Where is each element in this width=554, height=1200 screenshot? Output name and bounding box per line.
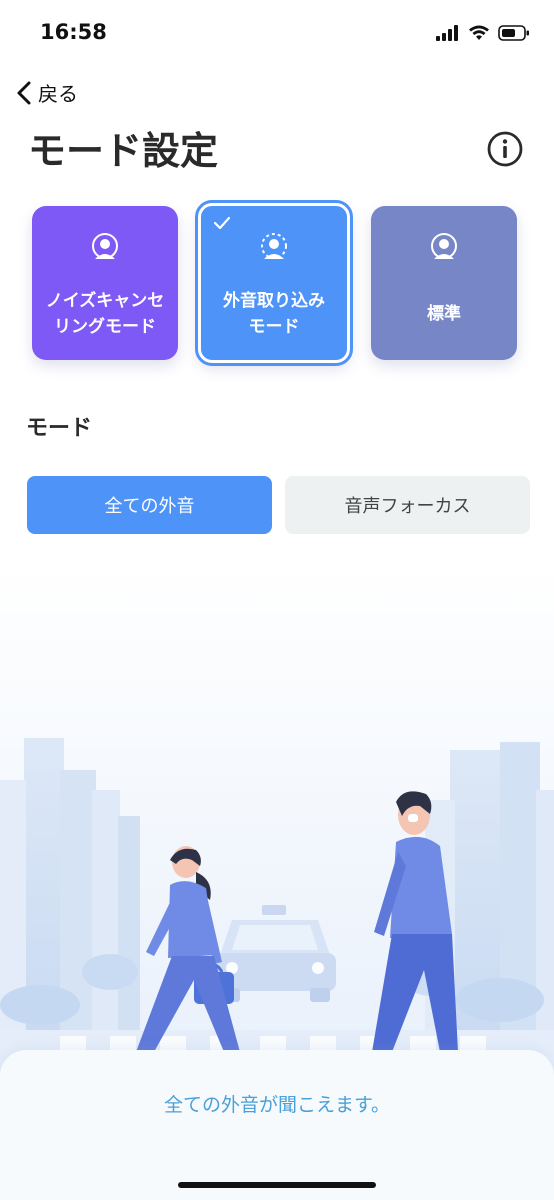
- chevron-left-icon: [17, 81, 31, 104]
- mode-label-line-1: 外音取り込み: [223, 291, 325, 311]
- wifi-icon: [469, 25, 489, 40]
- listener-icon: [92, 233, 118, 259]
- description-panel: 全ての外音が聞こえます。: [0, 1050, 554, 1200]
- segment-voice-focus[interactable]: 音声フォーカス: [285, 476, 530, 534]
- info-icon[interactable]: [486, 130, 524, 168]
- status-time: 16:58: [40, 20, 107, 44]
- status-icons: [436, 22, 530, 44]
- segment-all-ambient[interactable]: 全ての外音: [27, 476, 272, 534]
- cellular-signal-icon: [436, 25, 458, 41]
- status-bar: 16:58: [0, 0, 554, 66]
- standard-listener-icon: [431, 233, 457, 259]
- back-label: 戻る: [38, 82, 78, 106]
- page-title: モード設定: [28, 129, 219, 173]
- mode-card-ambient[interactable]: 外音取り込み モード: [195, 200, 353, 366]
- street-illustration: [0, 560, 554, 1080]
- mode-card-label: 標準: [377, 301, 511, 327]
- mode-card-label: 外音取り込み モード: [207, 288, 341, 340]
- mode-card-noise-cancelling[interactable]: ノイズキャンセ リングモード: [32, 206, 178, 360]
- ambient-listener-icon: [261, 233, 287, 259]
- home-indicator[interactable]: [178, 1182, 376, 1188]
- mode-description: 全ての外音が聞こえます。: [163, 1094, 391, 1116]
- mode-card-label: ノイズキャンセ リングモード: [38, 288, 172, 340]
- mode-label-line-2: リングモード: [54, 317, 156, 337]
- mode-label-line-2: モード: [248, 317, 300, 337]
- back-button[interactable]: 戻る: [14, 78, 78, 107]
- check-icon: [213, 216, 231, 230]
- mode-label-line-1: 標準: [427, 304, 461, 324]
- mode-card-standard[interactable]: 標準: [371, 206, 517, 360]
- section-title: モード: [26, 416, 93, 441]
- mode-label-line-1: ノイズキャンセ: [45, 291, 165, 311]
- battery-icon: [498, 25, 529, 41]
